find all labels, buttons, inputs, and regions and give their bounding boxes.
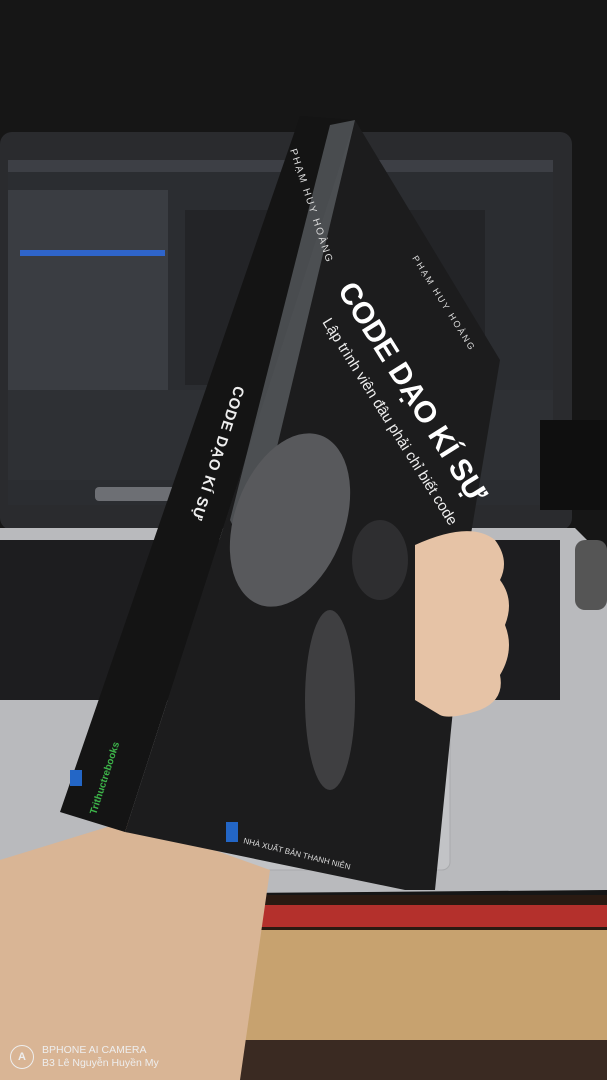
cover-publisher-logo [226,822,238,842]
arm [0,820,270,1080]
watermark-line1: BPHONE AI CAMERA [42,1044,147,1056]
spine-publisher-logo [70,770,82,786]
camera-watermark: A BPHONE AI CAMERA B3 Lê Nguyễn Huyền My [10,1044,159,1070]
camera-logo-icon: A [10,1045,34,1069]
ide-project-panel [8,190,168,390]
mouse [575,540,607,610]
ide-selected-file [20,250,165,256]
photo-scene: PHẠM HUY HOÀNG CODE DẠO KÍ SỰ Trithuctre… [0,0,607,1080]
cover-figure [352,520,408,600]
watermark-line2: B3 Lê Nguyễn Huyền My [42,1057,159,1069]
headphones [540,420,607,510]
menu-bar [8,160,553,172]
cover-legs [305,610,355,790]
hand [415,531,509,717]
